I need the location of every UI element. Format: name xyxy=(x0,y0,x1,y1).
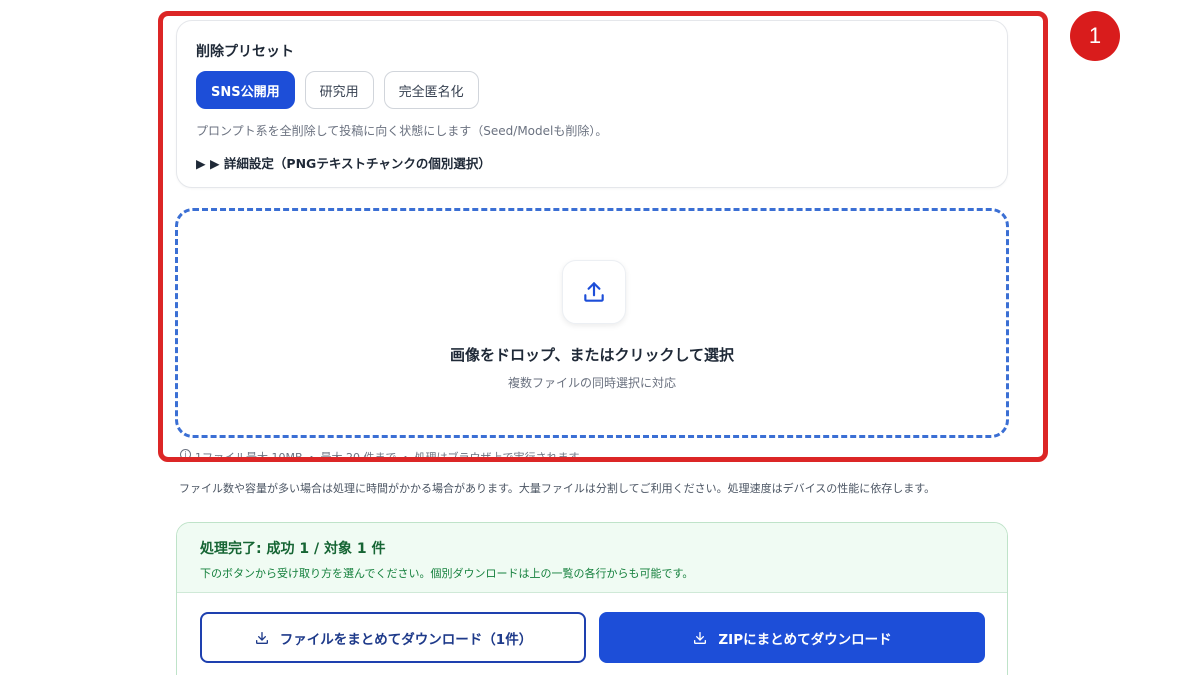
preset-anonymize-button[interactable]: 完全匿名化 xyxy=(383,71,479,109)
dropzone-subtitle: 複数ファイルの同時選択に対応 xyxy=(507,376,676,390)
preset-button-group: SNS公開用 研究用 完全匿名化 xyxy=(196,71,479,109)
file-limit-text: 1ファイル最大 10MB ・ 最大 20 件まで ・ 処理はブラウザ上で実行され… xyxy=(195,451,580,461)
download-zip-label: ZIPにまとめてダウンロード xyxy=(718,631,892,648)
preset-sns-button[interactable]: SNS公開用 xyxy=(196,71,295,109)
step-number-badge: 1 xyxy=(1070,11,1120,61)
upload-icon xyxy=(562,260,626,324)
download-zip-button[interactable]: ZIPにまとめてダウンロード xyxy=(599,612,985,663)
result-title: 処理完了: 成功 1 / 対象 1 件 xyxy=(200,541,386,557)
download-all-label: ファイルをまとめてダウンロード（1件） xyxy=(279,631,533,648)
download-all-button[interactable]: ファイルをまとめてダウンロード（1件） xyxy=(200,612,586,663)
result-card: 処理完了: 成功 1 / 対象 1 件 下のボタンから受け取り方を選んでください… xyxy=(176,522,1008,675)
detail-settings-toggle[interactable]: ▶ ▶ 詳細設定（PNGテキストチャンクの個別選択） xyxy=(196,153,491,172)
preset-research-button[interactable]: 研究用 xyxy=(304,71,374,109)
file-limit-note: i 1ファイル最大 10MB ・ 最大 20 件まで ・ 処理はブラウザ上で実行… xyxy=(180,449,580,461)
download-icon xyxy=(694,631,707,644)
preset-card: 削除プリセット SNS公開用 研究用 完全匿名化 プロンプト系を全削除して投稿に… xyxy=(176,20,1008,188)
result-subtitle: 下のボタンから受け取り方を選んでください。個別ダウンロードは上の一覧の各行からも… xyxy=(200,567,694,580)
download-icon xyxy=(255,631,268,644)
preset-title: 削除プリセット xyxy=(196,44,294,60)
image-dropzone[interactable]: 画像をドロップ、またはクリックして選択 複数ファイルの同時選択に対応 xyxy=(175,208,1009,438)
info-icon: i xyxy=(180,449,191,460)
result-header: 処理完了: 成功 1 / 対象 1 件 下のボタンから受け取り方を選んでください… xyxy=(177,523,1007,593)
preset-description: プロンプト系を全削除して投稿に向く状態にします（Seed/Modelも削除）。 xyxy=(196,124,608,138)
performance-note: ファイル数や容量が多い場合は処理に時間がかかる場合があります。大量ファイルは分割… xyxy=(179,482,936,495)
dropzone-title: 画像をドロップ、またはクリックして選択 xyxy=(449,346,735,364)
